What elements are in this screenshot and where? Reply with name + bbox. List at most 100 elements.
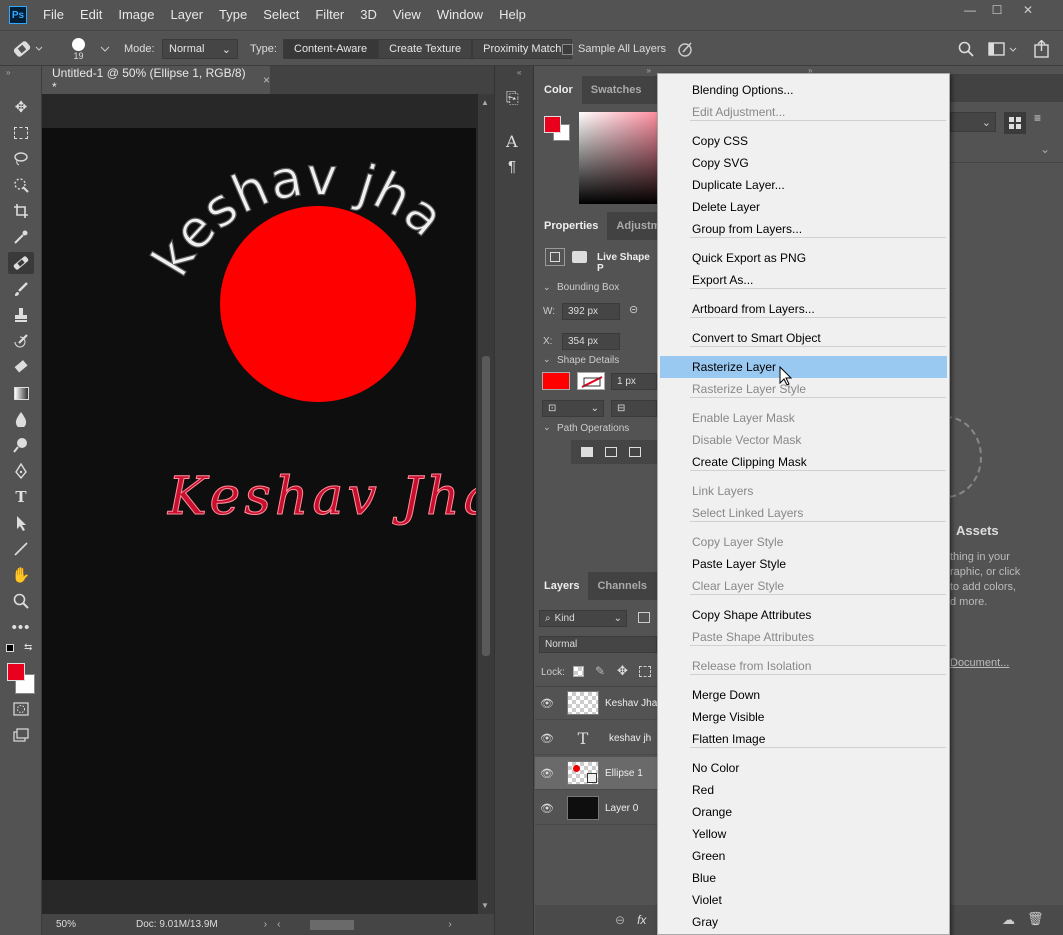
chevron-down-icon[interactable]: ⌄: [543, 282, 551, 293]
grid-view-icon[interactable]: [1004, 112, 1026, 134]
menu-item-copy-shape-attributes[interactable]: Copy Shape Attributes: [660, 604, 947, 626]
tab-properties[interactable]: Properties: [535, 212, 608, 240]
canvas[interactable]: keshav jha Keshav Jha: [42, 128, 476, 880]
image-filter-icon[interactable]: [638, 612, 650, 623]
library-select[interactable]: ⌄: [950, 112, 996, 132]
close-window-button[interactable]: ✕: [1016, 3, 1040, 19]
menu-item-blending-options[interactable]: Blending Options...: [660, 79, 947, 101]
line-tool-icon[interactable]: [8, 538, 34, 560]
pressure-size-icon[interactable]: [676, 40, 694, 58]
tab-channels[interactable]: Channels: [588, 572, 656, 600]
menu-item-duplicate-layer[interactable]: Duplicate Layer...: [660, 174, 947, 196]
sample-all-layers-checkbox[interactable]: [562, 43, 573, 55]
blend-mode-select[interactable]: Normal: [539, 636, 657, 653]
history-panel-icon[interactable]: ⎘: [506, 90, 519, 108]
collapse-arrows-icon[interactable]: »: [6, 68, 10, 77]
scroll-up-icon[interactable]: ▲: [481, 98, 489, 107]
menu-image[interactable]: Image: [110, 0, 162, 30]
search-icon[interactable]: [958, 41, 974, 57]
visibility-eye-icon[interactable]: 👁: [535, 732, 559, 745]
width-field[interactable]: 392 px: [562, 303, 620, 320]
menu-type[interactable]: Type: [211, 0, 255, 30]
layer-filter-select[interactable]: ⌕ Kind ⌄: [539, 610, 627, 627]
layer-row[interactable]: 👁 Layer 0: [535, 792, 659, 825]
cc-sync-icon[interactable]: ☁: [1002, 912, 1015, 928]
tool-preset-picker[interactable]: [8, 31, 44, 67]
menu-item-no-color[interactable]: No Color: [660, 757, 947, 779]
menu-item-export-as[interactable]: Export As...: [660, 269, 947, 291]
chevron-down-icon[interactable]: ⌄: [543, 354, 551, 365]
path-selection-tool-icon[interactable]: [8, 512, 34, 534]
fill-color-swatch[interactable]: [542, 372, 570, 390]
intersect-shape-icon[interactable]: [629, 447, 641, 457]
menu-item-yellow[interactable]: Yellow: [660, 823, 947, 845]
type-tool-icon[interactable]: T: [8, 486, 34, 508]
brush-tool-icon[interactable]: [8, 278, 34, 300]
menu-edit[interactable]: Edit: [72, 0, 110, 30]
scroll-down-icon[interactable]: ▼: [481, 901, 489, 910]
lib-document-link[interactable]: Document...: [950, 657, 1009, 669]
brush-size-picker[interactable]: 19: [72, 31, 85, 67]
menu-item-orange[interactable]: Orange: [660, 801, 947, 823]
eraser-tool-icon[interactable]: [8, 356, 34, 378]
menu-item-group-from-layers[interactable]: Group from Layers...: [660, 218, 947, 240]
lock-pixels-icon[interactable]: ✎: [595, 664, 605, 678]
zoom-tool-icon[interactable]: [8, 590, 34, 612]
quick-mask-icon[interactable]: [8, 698, 34, 720]
menu-item-copy-css[interactable]: Copy CSS: [660, 130, 947, 152]
collapse-arrows-icon[interactable]: »: [647, 66, 651, 75]
document-tab[interactable]: Untitled-1 @ 50% (Ellipse 1, RGB/8) * ×: [42, 66, 270, 94]
menu-window[interactable]: Window: [429, 0, 491, 30]
menu-file[interactable]: File: [35, 0, 72, 30]
lock-position-icon[interactable]: ✥: [617, 663, 628, 679]
hand-tool-icon[interactable]: ✋: [8, 564, 34, 586]
menu-item-red[interactable]: Red: [660, 779, 947, 801]
paragraph-panel-icon[interactable]: ¶: [508, 158, 516, 175]
menu-help[interactable]: Help: [491, 0, 534, 30]
lock-artboard-icon[interactable]: [639, 666, 651, 677]
history-brush-tool-icon[interactable]: [8, 330, 34, 352]
foreground-color-swatch[interactable]: [7, 663, 25, 681]
quick-select-tool-icon[interactable]: [8, 174, 34, 196]
chevron-down-icon[interactable]: [100, 45, 110, 53]
close-document-icon[interactable]: ×: [263, 73, 270, 87]
visibility-eye-icon[interactable]: 👁: [535, 767, 559, 780]
maximize-button[interactable]: ☐: [985, 3, 1009, 19]
menu-select[interactable]: Select: [255, 0, 307, 30]
menu-layer[interactable]: Layer: [163, 0, 212, 30]
screen-mode-icon[interactable]: [8, 724, 34, 746]
lock-transparent-icon[interactable]: [573, 666, 584, 677]
tab-layers[interactable]: Layers: [535, 572, 589, 600]
lasso-tool-icon[interactable]: [8, 148, 34, 170]
layer-row[interactable]: 👁 T keshav jh: [535, 722, 659, 755]
menu-item-gray[interactable]: Gray: [660, 911, 947, 933]
content-aware-button[interactable]: Content-Aware: [283, 39, 379, 59]
menu-item-green[interactable]: Green: [660, 845, 947, 867]
foreground-color-chip[interactable]: [544, 116, 561, 133]
visibility-eye-icon[interactable]: 👁: [535, 802, 559, 815]
swap-colors-icon[interactable]: ⇆: [24, 642, 32, 653]
blur-tool-icon[interactable]: [8, 408, 34, 430]
menu-item-artboard-from-layers[interactable]: Artboard from Layers...: [660, 298, 947, 320]
dodge-tool-icon[interactable]: [8, 434, 34, 456]
menu-item-paste-layer-style[interactable]: Paste Layer Style: [660, 553, 947, 575]
menu-item-quick-export-as-png[interactable]: Quick Export as PNG: [660, 247, 947, 269]
pen-tool-icon[interactable]: [8, 460, 34, 482]
menu-filter[interactable]: Filter: [307, 0, 352, 30]
tab-color[interactable]: Color: [535, 76, 582, 104]
crop-tool-icon[interactable]: [8, 200, 34, 222]
minimize-button[interactable]: —: [958, 3, 982, 19]
menu-item-violet[interactable]: Violet: [660, 889, 947, 911]
vertical-scrollbar[interactable]: ▲ ▼: [478, 94, 494, 914]
create-texture-button[interactable]: Create Texture: [378, 39, 473, 59]
fx-icon[interactable]: fx: [637, 913, 646, 927]
zoom-level[interactable]: 50%: [42, 919, 92, 930]
trash-icon[interactable]: 🗑: [1027, 911, 1044, 927]
menu-item-flatten-image[interactable]: Flatten Image: [660, 728, 947, 750]
menu-item-convert-to-smart-object[interactable]: Convert to Smart Object: [660, 327, 947, 349]
move-tool-icon[interactable]: ✥: [8, 96, 34, 118]
workspace-icon[interactable]: [988, 41, 1018, 57]
stroke-color-swatch[interactable]: [577, 372, 605, 390]
mode-select[interactable]: Normal ⌄: [162, 39, 238, 59]
color-field[interactable]: [579, 112, 657, 204]
